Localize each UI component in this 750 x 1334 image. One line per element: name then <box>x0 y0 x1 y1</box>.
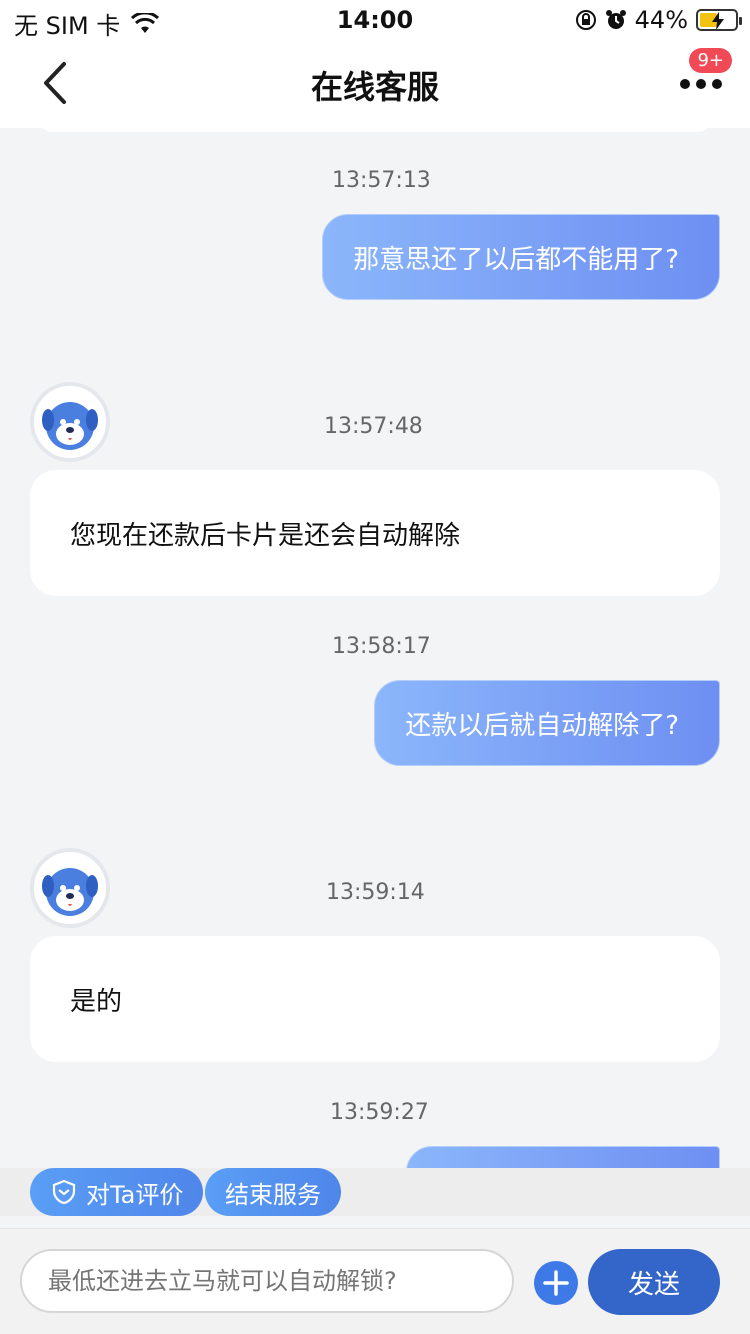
previous-message-bubble <box>40 128 710 132</box>
send-button[interactable]: 发送 <box>588 1249 720 1315</box>
end-service-label: 结束服务 <box>225 1180 321 1209</box>
alarm-icon <box>605 10 626 29</box>
message-input[interactable] <box>20 1249 514 1313</box>
rotation-lock-icon <box>575 10 596 30</box>
user-message-bubble[interactable] <box>406 1146 720 1168</box>
robot-dog-avatar-icon <box>42 868 98 916</box>
user-message-bubble[interactable]: 还款以后就自动解除了? <box>374 680 720 766</box>
agent-message-bubble[interactable]: 您现在还款后卡片是还会自动解除 <box>30 470 720 596</box>
battery-percent: 44% <box>634 6 688 34</box>
robot-dog-avatar-icon <box>42 402 98 450</box>
message-timestamp: 13:59:27 <box>330 1100 429 1125</box>
status-right: 44% <box>575 6 742 34</box>
rate-agent-label: 对Ta评价 <box>86 1180 184 1209</box>
message-timestamp: 13:57:48 <box>324 414 423 439</box>
battery-icon <box>696 9 742 31</box>
end-service-button[interactable]: 结束服务 <box>205 1168 341 1216</box>
message-timestamp: 13:57:13 <box>332 168 431 193</box>
page-title: 在线客服 <box>310 68 439 106</box>
agent-avatar <box>30 382 110 462</box>
quick-action-bar: 对Ta评价 结束服务 <box>0 1168 750 1216</box>
shield-icon <box>52 1179 76 1205</box>
message-timestamp: 13:59:14 <box>326 880 425 905</box>
status-bar: 无 SIM 卡 14:00 44% <box>0 0 750 40</box>
notification-badge: 9+ <box>689 48 732 73</box>
agent-message-bubble[interactable]: 是的 <box>30 936 720 1062</box>
nav-bar: 在线客服 9+ <box>0 40 750 128</box>
chat-area[interactable]: 13:57:13 那意思还了以后都不能用了? 13:57:48 您现在还款后卡片… <box>0 128 750 1168</box>
agent-avatar <box>30 848 110 928</box>
user-message-bubble[interactable]: 那意思还了以后都不能用了? <box>322 214 720 300</box>
message-timestamp: 13:58:17 <box>332 634 431 659</box>
message-input-bar: 发送 <box>0 1228 750 1334</box>
plus-icon <box>543 1270 569 1296</box>
rate-agent-button[interactable]: 对Ta评价 <box>30 1168 204 1216</box>
add-attachment-button[interactable] <box>534 1261 578 1305</box>
